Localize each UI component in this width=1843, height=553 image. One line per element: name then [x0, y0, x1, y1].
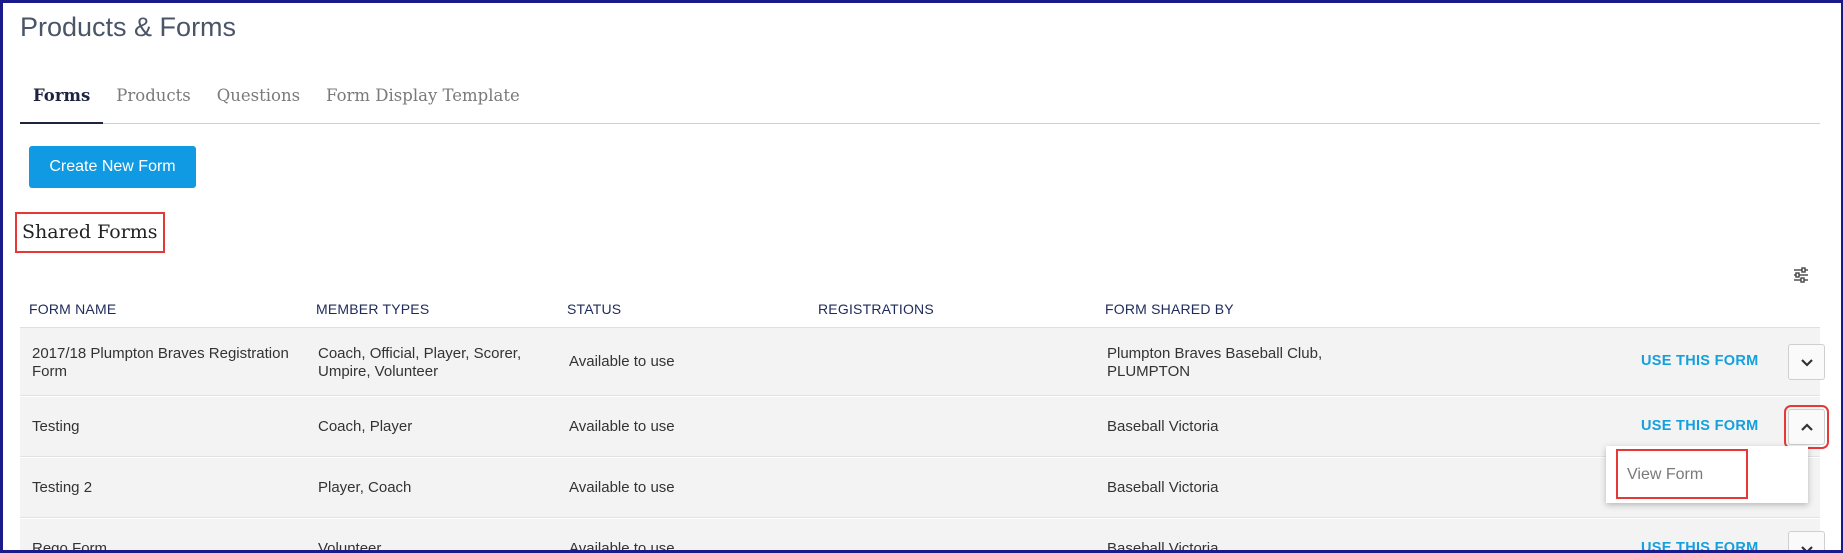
- view-form-menu-item[interactable]: View Form: [1616, 449, 1748, 499]
- row-expand-button[interactable]: [1788, 531, 1825, 553]
- section-title-shared-forms: Shared Forms: [15, 212, 165, 253]
- status-cell: Available to use: [569, 540, 675, 553]
- table-row: Testing Coach, Player Available to use B…: [20, 397, 1829, 457]
- row-collapse-button[interactable]: [1784, 405, 1829, 449]
- chevron-up-icon: [1800, 422, 1813, 431]
- shared-by-cell: Baseball Victoria: [1107, 540, 1219, 553]
- page-title: Products & Forms: [20, 12, 237, 42]
- use-this-form-link[interactable]: USE THIS FORM: [1641, 353, 1759, 369]
- row-expand-button[interactable]: [1788, 344, 1825, 380]
- status-cell: Available to use: [569, 418, 675, 435]
- member-types-cell: Coach, Official, Player, Scorer, Umpire,…: [318, 345, 521, 381]
- chevron-down-icon: [1800, 358, 1813, 367]
- shared-by-line: PLUMPTON: [1107, 363, 1191, 380]
- form-name-cell: Rego Form: [32, 540, 108, 553]
- tab-forms[interactable]: Forms: [20, 80, 104, 124]
- shared-by-cell: Plumpton Braves Baseball Club, PLUMPTON: [1107, 345, 1322, 381]
- tab-questions[interactable]: Questions: [204, 80, 313, 124]
- form-name-line: 2017/18 Plumpton Braves Registration: [32, 345, 289, 362]
- tab-bar: Forms Products Questions Form Display Te…: [20, 80, 1820, 124]
- tab-products[interactable]: Products: [103, 80, 203, 124]
- column-header-form-name[interactable]: FORM NAME: [29, 301, 116, 317]
- use-this-form-link[interactable]: USE THIS FORM: [1641, 418, 1759, 434]
- tab-form-display-template[interactable]: Form Display Template: [313, 80, 533, 124]
- member-types-line: Coach, Official, Player, Scorer,: [318, 345, 522, 362]
- table-row: 2017/18 Plumpton Braves Registration For…: [20, 328, 1825, 396]
- table-header: FORM NAME MEMBER TYPES STATUS REGISTRATI…: [20, 292, 1820, 328]
- column-header-form-shared-by[interactable]: FORM SHARED BY: [1105, 301, 1234, 317]
- use-this-form-link[interactable]: USE THIS FORM: [1641, 540, 1759, 553]
- sliders-icon[interactable]: [1792, 266, 1810, 284]
- row-actions-dropdown: View Form: [1606, 446, 1808, 503]
- shared-by-cell: Baseball Victoria: [1107, 479, 1219, 496]
- form-name-cell: Testing: [32, 418, 80, 435]
- column-header-registrations[interactable]: REGISTRATIONS: [818, 301, 934, 317]
- status-cell: Available to use: [569, 479, 675, 496]
- form-name-line: Form: [32, 363, 67, 380]
- member-types-cell: Coach, Player: [318, 418, 413, 435]
- column-header-member-types[interactable]: MEMBER TYPES: [316, 301, 429, 317]
- shared-by-cell: Baseball Victoria: [1107, 418, 1219, 435]
- member-types-cell: Volunteer: [318, 540, 382, 553]
- form-name-cell: 2017/18 Plumpton Braves Registration For…: [32, 345, 289, 381]
- member-types-line: Umpire, Volunteer: [318, 363, 439, 380]
- member-types-cell: Player, Coach: [318, 479, 412, 496]
- table-row: Testing 2 Player, Coach Available to use…: [20, 458, 1820, 518]
- shared-by-line: Plumpton Braves Baseball Club,: [1107, 345, 1323, 362]
- table-row: Rego Form Volunteer Available to use Bas…: [20, 519, 1825, 553]
- form-name-cell: Testing 2: [32, 479, 93, 496]
- create-new-form-button[interactable]: Create New Form: [29, 146, 196, 188]
- column-header-status[interactable]: STATUS: [567, 301, 621, 317]
- chevron-down-icon: [1800, 545, 1813, 553]
- status-cell: Available to use: [569, 353, 675, 370]
